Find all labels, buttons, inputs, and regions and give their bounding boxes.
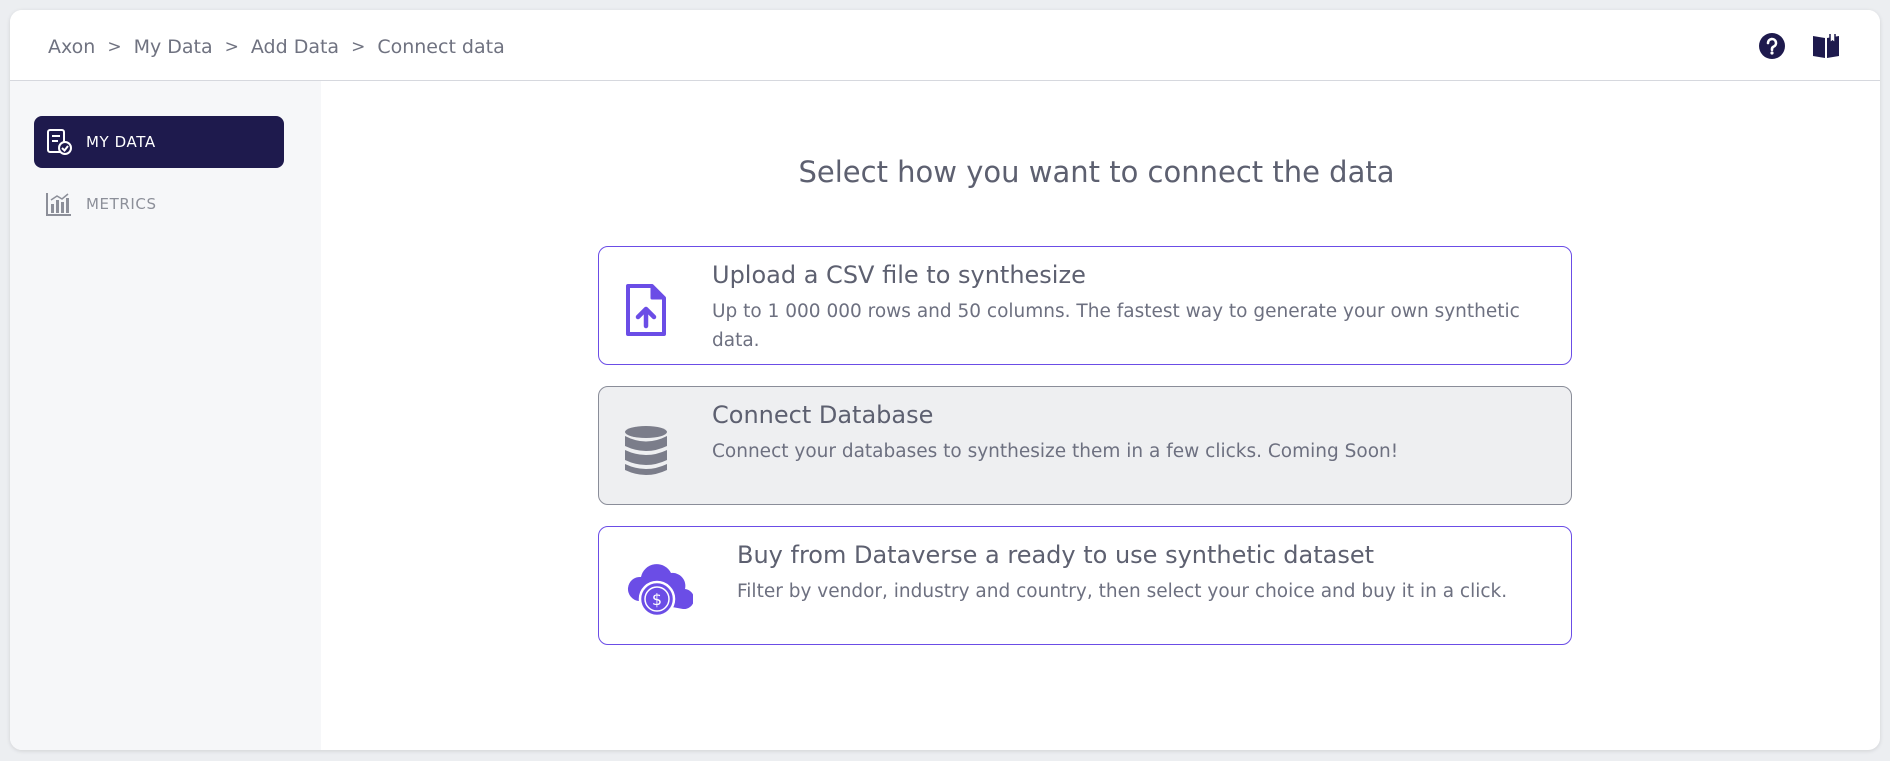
page-title: Select how you want to connect the data xyxy=(798,155,1395,189)
option-title: Buy from Dataverse a ready to use synthe… xyxy=(737,541,1375,569)
sidebar-item-my-data[interactable]: MY DATA xyxy=(34,116,284,168)
top-bar: Axon > My Data > Add Data > Connect data xyxy=(10,10,1880,81)
sidebar: MY DATA METRICS xyxy=(10,81,321,750)
option-description: Filter by vendor, industry and country, … xyxy=(737,581,1508,602)
connect-database-option: Connect Database Connect your databases … xyxy=(598,386,1572,505)
option-title: Upload a CSV file to synthesize xyxy=(712,261,1086,289)
sidebar-item-label: MY DATA xyxy=(86,133,156,151)
main-content: Select how you want to connect the data … xyxy=(321,81,1880,750)
sidebar-item-label: METRICS xyxy=(86,195,157,213)
dataverse-option[interactable]: $ Buy from Dataverse a ready to use synt… xyxy=(598,526,1572,645)
svg-text:$: $ xyxy=(652,590,662,609)
help-icon[interactable] xyxy=(1756,30,1788,62)
option-description: Connect your databases to synthesize the… xyxy=(712,441,1399,462)
breadcrumb-add-data[interactable]: Add Data xyxy=(251,36,339,58)
bar-chart-icon xyxy=(44,189,74,219)
top-icons xyxy=(1756,30,1842,62)
sidebar-item-metrics[interactable]: METRICS xyxy=(34,178,284,230)
option-title: Connect Database xyxy=(712,401,934,429)
database-icon xyxy=(621,423,671,479)
app-window: Axon > My Data > Add Data > Connect data xyxy=(10,10,1880,750)
breadcrumb: Axon > My Data > Add Data > Connect data xyxy=(48,34,505,60)
book-icon[interactable] xyxy=(1810,30,1842,62)
breadcrumb-axon[interactable]: Axon xyxy=(48,36,95,58)
breadcrumb-separator: > xyxy=(107,37,122,57)
breadcrumb-my-data[interactable]: My Data xyxy=(134,36,213,58)
upload-csv-option[interactable]: Upload a CSV file to synthesize Up to 1 … xyxy=(598,246,1572,365)
file-upload-icon xyxy=(621,283,671,339)
breadcrumb-connect-data: Connect data xyxy=(377,36,505,58)
breadcrumb-separator: > xyxy=(224,37,239,57)
document-check-icon xyxy=(44,127,74,157)
cloud-dollar-icon: $ xyxy=(625,557,693,621)
breadcrumb-separator: > xyxy=(351,37,366,57)
option-description: Up to 1 000 000 rows and 50 columns. The… xyxy=(712,301,1520,351)
